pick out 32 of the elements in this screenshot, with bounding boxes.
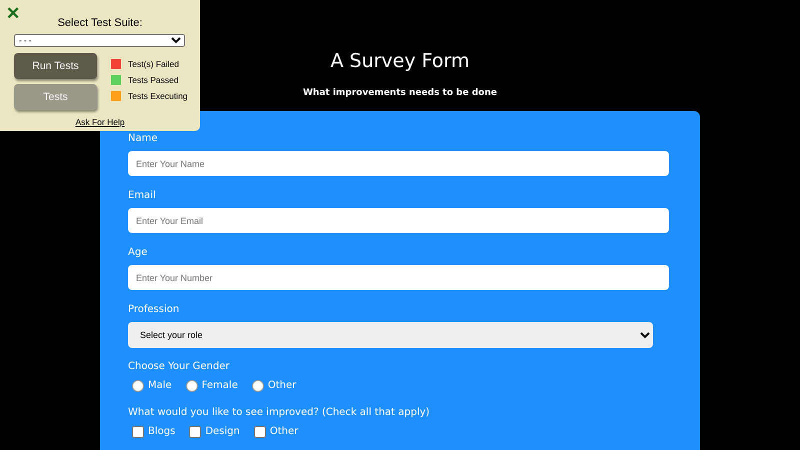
checkbox[interactable]: [132, 426, 144, 438]
text-field[interactable]: Enter Your Email: [128, 208, 669, 233]
field-label: Email: [128, 189, 156, 203]
text-field[interactable]: Enter Your Name: [128, 151, 669, 176]
profession-dropdown[interactable]: Select your role: [128, 322, 653, 348]
radio-label: Female: [202, 379, 238, 392]
field-label: Choose Your Gender: [128, 360, 230, 374]
close-button[interactable]: ✕: [6, 4, 20, 24]
field-label: What would you like to see improved? (Check all that apply): [128, 406, 430, 420]
test-button[interactable]: Run Tests: [14, 53, 97, 79]
radio-button[interactable]: [186, 380, 198, 392]
field-label: Name: [128, 132, 158, 146]
legend-label: Tests Passed: [128, 75, 179, 85]
checkbox-label: Other: [270, 425, 298, 438]
field-label: Profession: [128, 303, 180, 317]
help-link[interactable]: Ask For Help: [75, 117, 125, 127]
checkbox[interactable]: [254, 426, 266, 438]
text-field[interactable]: Enter Your Number: [128, 265, 669, 290]
checkbox-label: Blogs: [148, 425, 176, 438]
radio-label: Other: [268, 379, 296, 392]
radio-label: Male: [148, 379, 172, 392]
checkbox[interactable]: [189, 426, 202, 438]
suite-label: Select Test Suite:: [58, 17, 142, 29]
checkbox-label: Design: [205, 425, 240, 438]
page-subtitle: What improvements needs to be done: [302, 87, 497, 100]
radio-button[interactable]: [132, 380, 144, 392]
legend-label: Tests Executing: [128, 91, 188, 101]
page-title: A Survey Form: [330, 49, 470, 74]
legend-label: Test(s) Failed: [128, 59, 180, 69]
suite-dropdown[interactable]: - - -: [14, 34, 185, 47]
radio-button[interactable]: [252, 380, 264, 392]
field-label: Age: [128, 246, 148, 260]
